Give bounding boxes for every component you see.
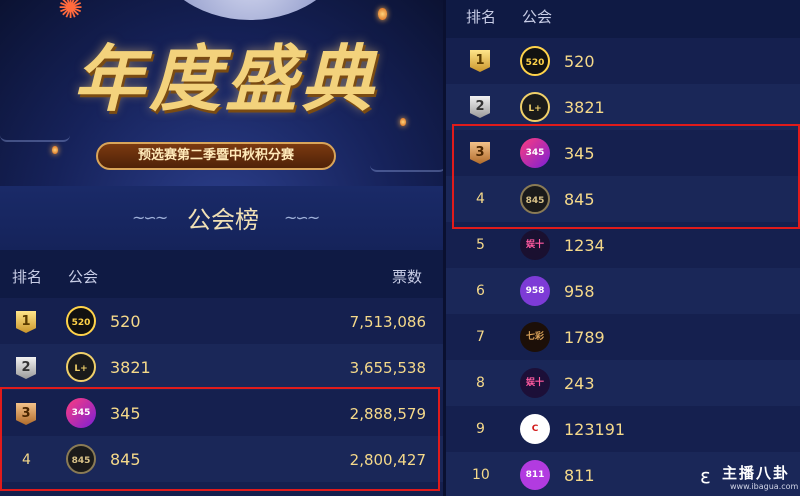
table-row[interactable]: 6 958 958 [446,268,800,314]
watermark: ε 主播八卦 www.ibagua.com [700,462,799,492]
cloud-decoration [0,128,70,142]
board-header: ~∽~ 公会榜 ~∽~ [0,186,446,250]
right-table-header: 排名 公会 [446,0,800,38]
table-row[interactable]: 7 七彩 1789 [446,314,800,360]
guild-column-header: 公会 [522,8,553,26]
watermark-text: 主播八卦 [722,464,791,482]
table-row[interactable]: 1 520 520 7,513,086 [0,298,446,344]
guild-avatar: C [520,414,550,444]
highlight-box [0,387,440,491]
guild-name: 520 [564,52,595,71]
gold-rank-badge-icon: 1 [16,311,36,333]
guild-avatar: 958 [520,276,550,306]
guild-name: 243 [564,374,595,393]
moon-graphic [150,0,350,20]
swirl-decoration-icon: ~∽~ [284,208,320,227]
event-banner: ✺ 年度盛典 预选赛第二季暨中秋积分赛 [0,0,446,186]
board-title: 公会榜 [187,206,259,234]
silver-rank-badge-icon: 2 [470,96,490,118]
votes-column-header: 票数 [392,268,423,286]
table-row[interactable]: 1 520 520 [446,38,800,84]
rank-number: 6 [476,283,485,299]
guild-name: 1789 [564,328,605,347]
guild-avatar: L+ [66,352,96,382]
silver-rank-badge-icon: 2 [16,357,36,379]
guild-name: 123191 [564,420,626,439]
banner-subtitle: 预选赛第二季暨中秋积分赛 [96,142,336,170]
guild-avatar: 520 [520,46,550,76]
guild-avatar: 娱十 [520,368,550,398]
cloud-decoration [370,158,446,172]
table-row[interactable]: 2 L+ 3821 3,655,538 [0,344,446,390]
guild-avatar: 520 [66,306,96,336]
vote-count: 7,513,086 [349,313,426,331]
table-row[interactable]: 9 C 123191 [446,406,800,452]
guild-name: 811 [564,466,595,485]
lantern-icon [400,118,406,126]
rank-number: 10 [472,467,490,483]
left-table-header: 排名 公会 票数 [0,250,446,298]
rank-number: 8 [476,375,485,391]
rank-number: 7 [476,329,485,345]
table-row[interactable]: 8 娱十 243 [446,360,800,406]
guild-avatar: 娱十 [520,230,550,260]
guild-avatar: 811 [520,460,550,490]
gold-rank-badge-icon: 1 [470,50,490,72]
right-panel: 排名 公会 1 520 520 2 L+ 3821 3 345 345 4 84… [446,0,800,496]
banner-title: 年度盛典 [72,36,377,121]
highlight-box [452,124,800,229]
guild-avatar: 七彩 [520,322,550,352]
guild-name: 520 [110,312,141,331]
watermark-logo-icon: ε [700,464,711,488]
vote-count: 3,655,538 [349,359,426,377]
lantern-icon [52,146,58,154]
guild-name: 3821 [110,358,151,377]
rank-column-header: 排名 [466,8,497,26]
guild-name: 3821 [564,98,605,117]
rank-column-header: 排名 [12,268,43,286]
lantern-icon [378,8,387,20]
guild-avatar: L+ [520,92,550,122]
rank-number: 5 [476,237,485,253]
watermark-url: www.ibagua.com [730,482,799,491]
guild-column-header: 公会 [68,268,99,286]
guild-name: 1234 [564,236,605,255]
rank-number: 9 [476,421,485,437]
guild-name: 958 [564,282,595,301]
